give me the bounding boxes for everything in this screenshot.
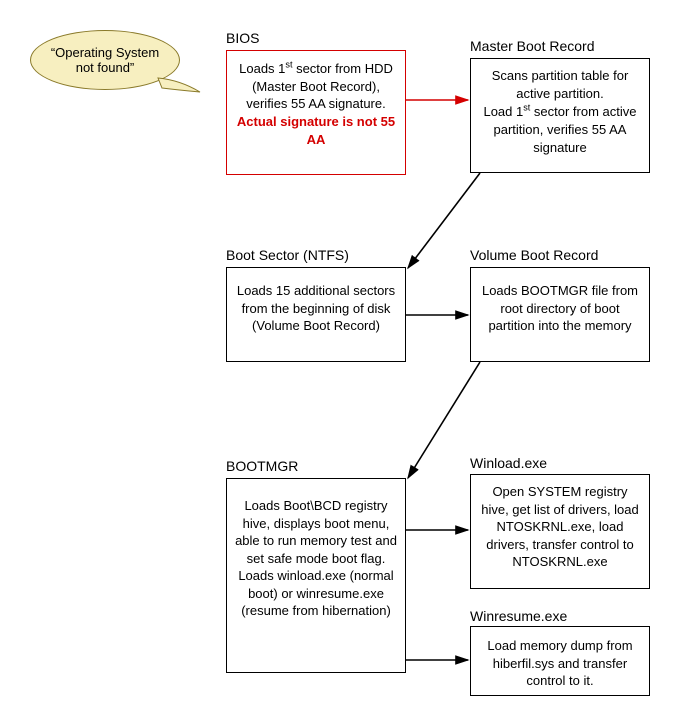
bootsector-title: Boot Sector (NTFS) [226, 247, 349, 263]
callout-tail-icon [150, 70, 210, 110]
winload-text: Open SYSTEM registry hive, get list of d… [481, 484, 639, 569]
mbr-text-b: Load 1st sector from active partition, v… [483, 104, 636, 154]
mbr-box: Scans partition table for active partiti… [470, 58, 650, 173]
bios-box: Loads 1st sector from HDD (Master Boot R… [226, 50, 406, 175]
mbr-text-b1: Load 1 [483, 104, 523, 119]
winload-box: Open SYSTEM registry hive, get list of d… [470, 474, 650, 589]
winresume-text: Load memory dump from hiberfil.sys and t… [487, 638, 632, 688]
vbr-text: Loads BOOTMGR file from root directory o… [482, 283, 638, 333]
bootmgr-title: BOOTMGR [226, 458, 298, 474]
bios-error-text: Actual signature is not 55 AA [237, 114, 395, 147]
winload-title: Winload.exe [470, 455, 547, 471]
callout-os-not-found: “Operating System not found” [30, 30, 180, 100]
bootmgr-box: Loads Boot\BCD registry hive, displays b… [226, 478, 406, 673]
vbr-title: Volume Boot Record [470, 247, 598, 263]
bootsector-text: Loads 15 additional sectors from the beg… [237, 283, 395, 333]
bios-text-a: Loads 1 [239, 61, 285, 76]
bios-title: BIOS [226, 30, 259, 46]
winresume-title: Winresume.exe [470, 608, 567, 624]
bootmgr-text: Loads Boot\BCD registry hive, displays b… [235, 498, 397, 618]
mbr-text-a: Scans partition table for active partiti… [492, 68, 629, 101]
vbr-box: Loads BOOTMGR file from root directory o… [470, 267, 650, 362]
winresume-box: Load memory dump from hiberfil.sys and t… [470, 626, 650, 696]
bootsector-box: Loads 15 additional sectors from the beg… [226, 267, 406, 362]
bios-text: Loads 1st sector from HDD (Master Boot R… [239, 61, 393, 111]
mbr-title: Master Boot Record [470, 38, 595, 54]
